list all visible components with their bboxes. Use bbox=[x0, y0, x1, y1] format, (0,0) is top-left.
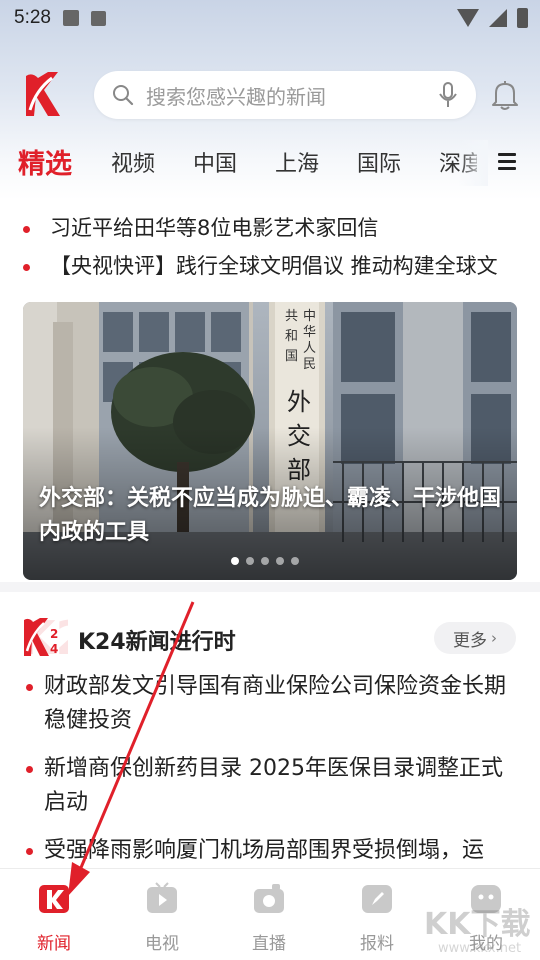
font-notification-icon bbox=[90, 10, 106, 26]
nav-item-tv[interactable]: 电视 bbox=[122, 881, 202, 954]
more-button[interactable]: 更多 › bbox=[434, 622, 516, 654]
carousel-dot[interactable] bbox=[276, 557, 284, 565]
more-button-label: 更多 bbox=[453, 630, 487, 651]
headline-list: 习近平给田华等8位电影艺术家回信 【央视快评】践行全球文明倡议 推动构建全球文 bbox=[22, 212, 522, 288]
chevron-right-icon: › bbox=[491, 629, 497, 647]
nav-item-news[interactable]: 新闻 bbox=[14, 881, 94, 954]
carousel-dot[interactable] bbox=[261, 557, 269, 565]
headline-item[interactable]: 习近平给田华等8位电影艺术家回信 bbox=[22, 212, 522, 250]
notification-bell-icon[interactable] bbox=[488, 78, 522, 112]
tab-video[interactable]: 视频 bbox=[111, 146, 155, 178]
signal-icon bbox=[489, 9, 507, 27]
nav-label: 直播 bbox=[252, 934, 286, 954]
k24-news-list: 财政部发文引导国有商业保险公司保险资金长期稳健投资 新增商保创新药目录 2025… bbox=[22, 670, 518, 882]
channel-tabs: 精选 视频 中国 上海 国际 深度 bbox=[0, 140, 540, 190]
search-icon bbox=[113, 85, 134, 106]
carousel-dot[interactable] bbox=[291, 557, 299, 565]
list-item[interactable]: 财政部发文引导国有商业保险公司保险资金长期稳健投资 bbox=[22, 670, 518, 738]
watermark-url: www.kkx.net bbox=[438, 941, 521, 956]
news-icon bbox=[39, 885, 69, 913]
photo-carousel[interactable]: 共 和 国 中 华 人 民 外 交 部 外交部：关税不应当成为胁迫、霸凌、干涉他… bbox=[23, 302, 517, 580]
channel-menu-icon[interactable] bbox=[498, 153, 516, 171]
list-item[interactable]: 新增商保创新药目录 2025年医保目录调整正式启动 bbox=[22, 752, 518, 820]
wifi-icon bbox=[457, 9, 479, 27]
k24-section-title: K24新闻进行时 bbox=[78, 630, 236, 655]
tv-icon bbox=[147, 882, 177, 913]
tab-featured[interactable]: 精选 bbox=[18, 142, 72, 181]
tab-international[interactable]: 国际 bbox=[357, 146, 401, 178]
nav-label: 电视 bbox=[145, 934, 179, 954]
status-time: 5:28 bbox=[14, 7, 51, 28]
k24-section-header: K2 2 4 K24新闻进行时 更多 › bbox=[22, 614, 522, 660]
nav-label: 报料 bbox=[360, 934, 394, 954]
nav-item-report[interactable]: 报料 bbox=[337, 881, 417, 954]
carousel-indicator bbox=[231, 557, 299, 565]
section-divider bbox=[0, 582, 540, 592]
watermark-text: KK下载 bbox=[424, 907, 531, 942]
carousel-dot[interactable] bbox=[231, 557, 239, 565]
search-bar[interactable]: 搜索您感兴趣的新闻 bbox=[94, 71, 476, 119]
gallery-notification-icon bbox=[62, 10, 79, 26]
nav-item-live[interactable]: 直播 bbox=[229, 881, 309, 954]
banner-caption: 外交部：关税不应当成为胁迫、霸凌、干涉他国内政的工具 bbox=[39, 486, 502, 545]
tab-fade-overlay bbox=[458, 140, 488, 186]
site-watermark: KK下载 www.kkx.net bbox=[424, 907, 531, 956]
headline-item[interactable]: 【央视快评】践行全球文明倡议 推动构建全球文 bbox=[22, 250, 522, 288]
live-icon bbox=[254, 884, 284, 913]
svg-text:2: 2 bbox=[50, 627, 58, 641]
app-logo-icon[interactable] bbox=[22, 70, 62, 118]
carousel-dot[interactable] bbox=[246, 557, 254, 565]
svg-text:4: 4 bbox=[50, 642, 58, 656]
search-placeholder: 搜索您感兴趣的新闻 bbox=[146, 84, 326, 109]
report-icon bbox=[362, 885, 392, 913]
battery-icon bbox=[517, 8, 528, 28]
nav-label: 新闻 bbox=[37, 934, 71, 954]
list-item[interactable]: 受强降雨影响厦门机场局部围界受损倒塌，运 bbox=[22, 834, 518, 868]
status-bar: 5:28 bbox=[0, 0, 540, 36]
microphone-icon[interactable] bbox=[438, 82, 458, 108]
tab-shanghai[interactable]: 上海 bbox=[275, 146, 319, 178]
k24-logo-icon: K2 2 4 bbox=[22, 616, 68, 658]
tab-china[interactable]: 中国 bbox=[193, 146, 237, 178]
